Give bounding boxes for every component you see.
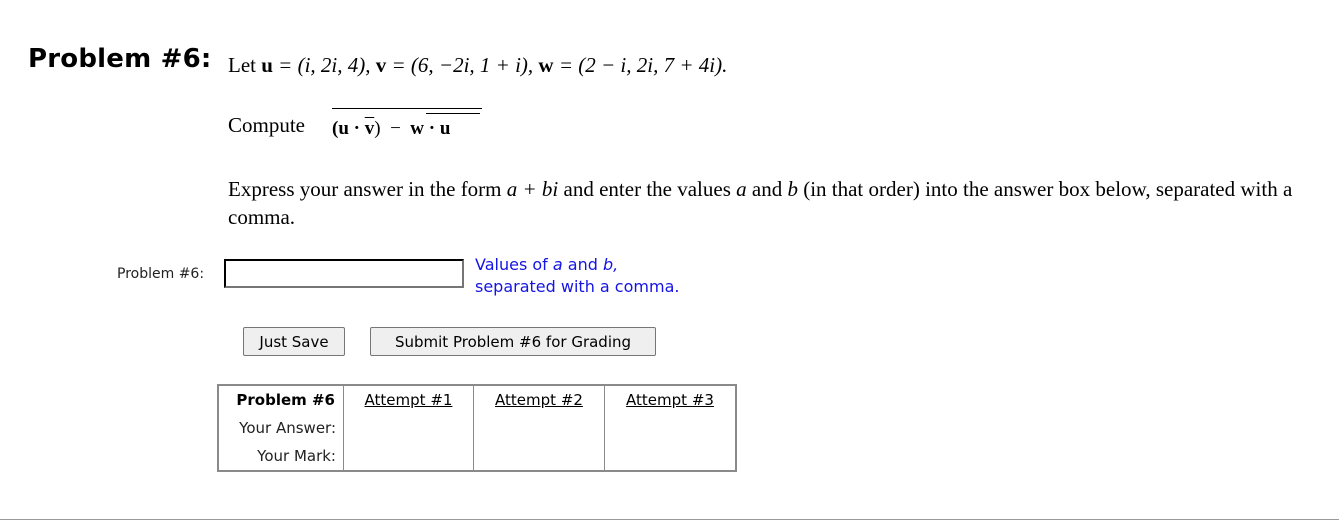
expr-close-paren: ) — [374, 118, 381, 139]
submit-grading-button[interactable]: Submit Problem #6 for Grading — [370, 327, 656, 356]
your-answer-row: Your Answer: — [218, 414, 736, 442]
attempts-header-row: Problem #6 Attempt #1 Attempt #2 Attempt… — [218, 385, 736, 414]
your-mark-label: Your Mark: — [257, 447, 336, 465]
instructions-text: Express your answer in the form a + bi a… — [228, 175, 1333, 231]
vector-u-name: u — [261, 53, 273, 77]
conjugate-bar — [332, 108, 482, 109]
expr-v-bar: v — [364, 118, 375, 139]
hint-b: b, — [602, 255, 619, 274]
mark-cell — [343, 442, 474, 471]
attempts-table-title: Problem #6 — [236, 391, 335, 409]
your-mark-row: Your Mark: — [218, 442, 736, 471]
vector-w-value: = (2 − i, 2i, 7 + 4i). — [558, 53, 728, 77]
hint-text: Values of — [475, 255, 548, 274]
vector-u-value: = (i, 2i, 4), — [278, 53, 371, 77]
answer-cell — [604, 414, 736, 442]
instructions-part1: Express your answer in the form — [228, 177, 502, 201]
hint-a: a — [552, 255, 563, 274]
instructions-and: and — [751, 177, 783, 201]
vector-v-value: = (6, −2i, 1 + i), — [391, 53, 534, 77]
expr-w-dot-u: w · u — [410, 118, 451, 139]
hint-and: and — [567, 255, 598, 274]
answer-input[interactable] — [224, 259, 464, 288]
compute-label: Compute — [228, 113, 305, 137]
expr-minus: − — [390, 118, 401, 139]
bottom-divider — [0, 519, 1339, 520]
problem-heading: Problem #6: — [28, 44, 212, 74]
compute-expression: (u · v) − w · u — [332, 118, 450, 140]
w-conjugate-bar — [426, 113, 480, 114]
attempt-3-link[interactable]: Attempt #3 — [604, 385, 736, 414]
attempt-2-link[interactable]: Attempt #2 — [473, 385, 605, 414]
instructions-part2: and enter the values — [563, 177, 731, 201]
answer-hint: Values of a and b, separated with a comm… — [475, 254, 735, 298]
your-answer-label: Your Answer: — [239, 419, 336, 437]
mark-cell — [473, 442, 605, 471]
mark-cell — [604, 442, 736, 471]
attempts-table: Problem #6 Attempt #1 Attempt #2 Attempt… — [217, 384, 737, 472]
instructions-b: b — [787, 177, 798, 201]
hint-line2: separated with a comma. — [475, 277, 680, 296]
let-word: Let — [228, 53, 256, 77]
answer-cell — [343, 414, 474, 442]
vector-v-name: v — [375, 53, 387, 77]
instructions-a: a — [736, 177, 747, 201]
expr-u-part: (u · — [332, 118, 360, 139]
vector-w-name: w — [538, 53, 554, 77]
problem-statement: Let u = (i, 2i, 4), v = (6, −2i, 1 + i),… — [228, 53, 727, 78]
answer-cell — [473, 414, 605, 442]
answer-label: Problem #6: — [117, 266, 205, 282]
instructions-form: a + bi — [506, 177, 559, 201]
just-save-button[interactable]: Just Save — [243, 327, 345, 356]
attempt-1-link[interactable]: Attempt #1 — [343, 385, 474, 414]
